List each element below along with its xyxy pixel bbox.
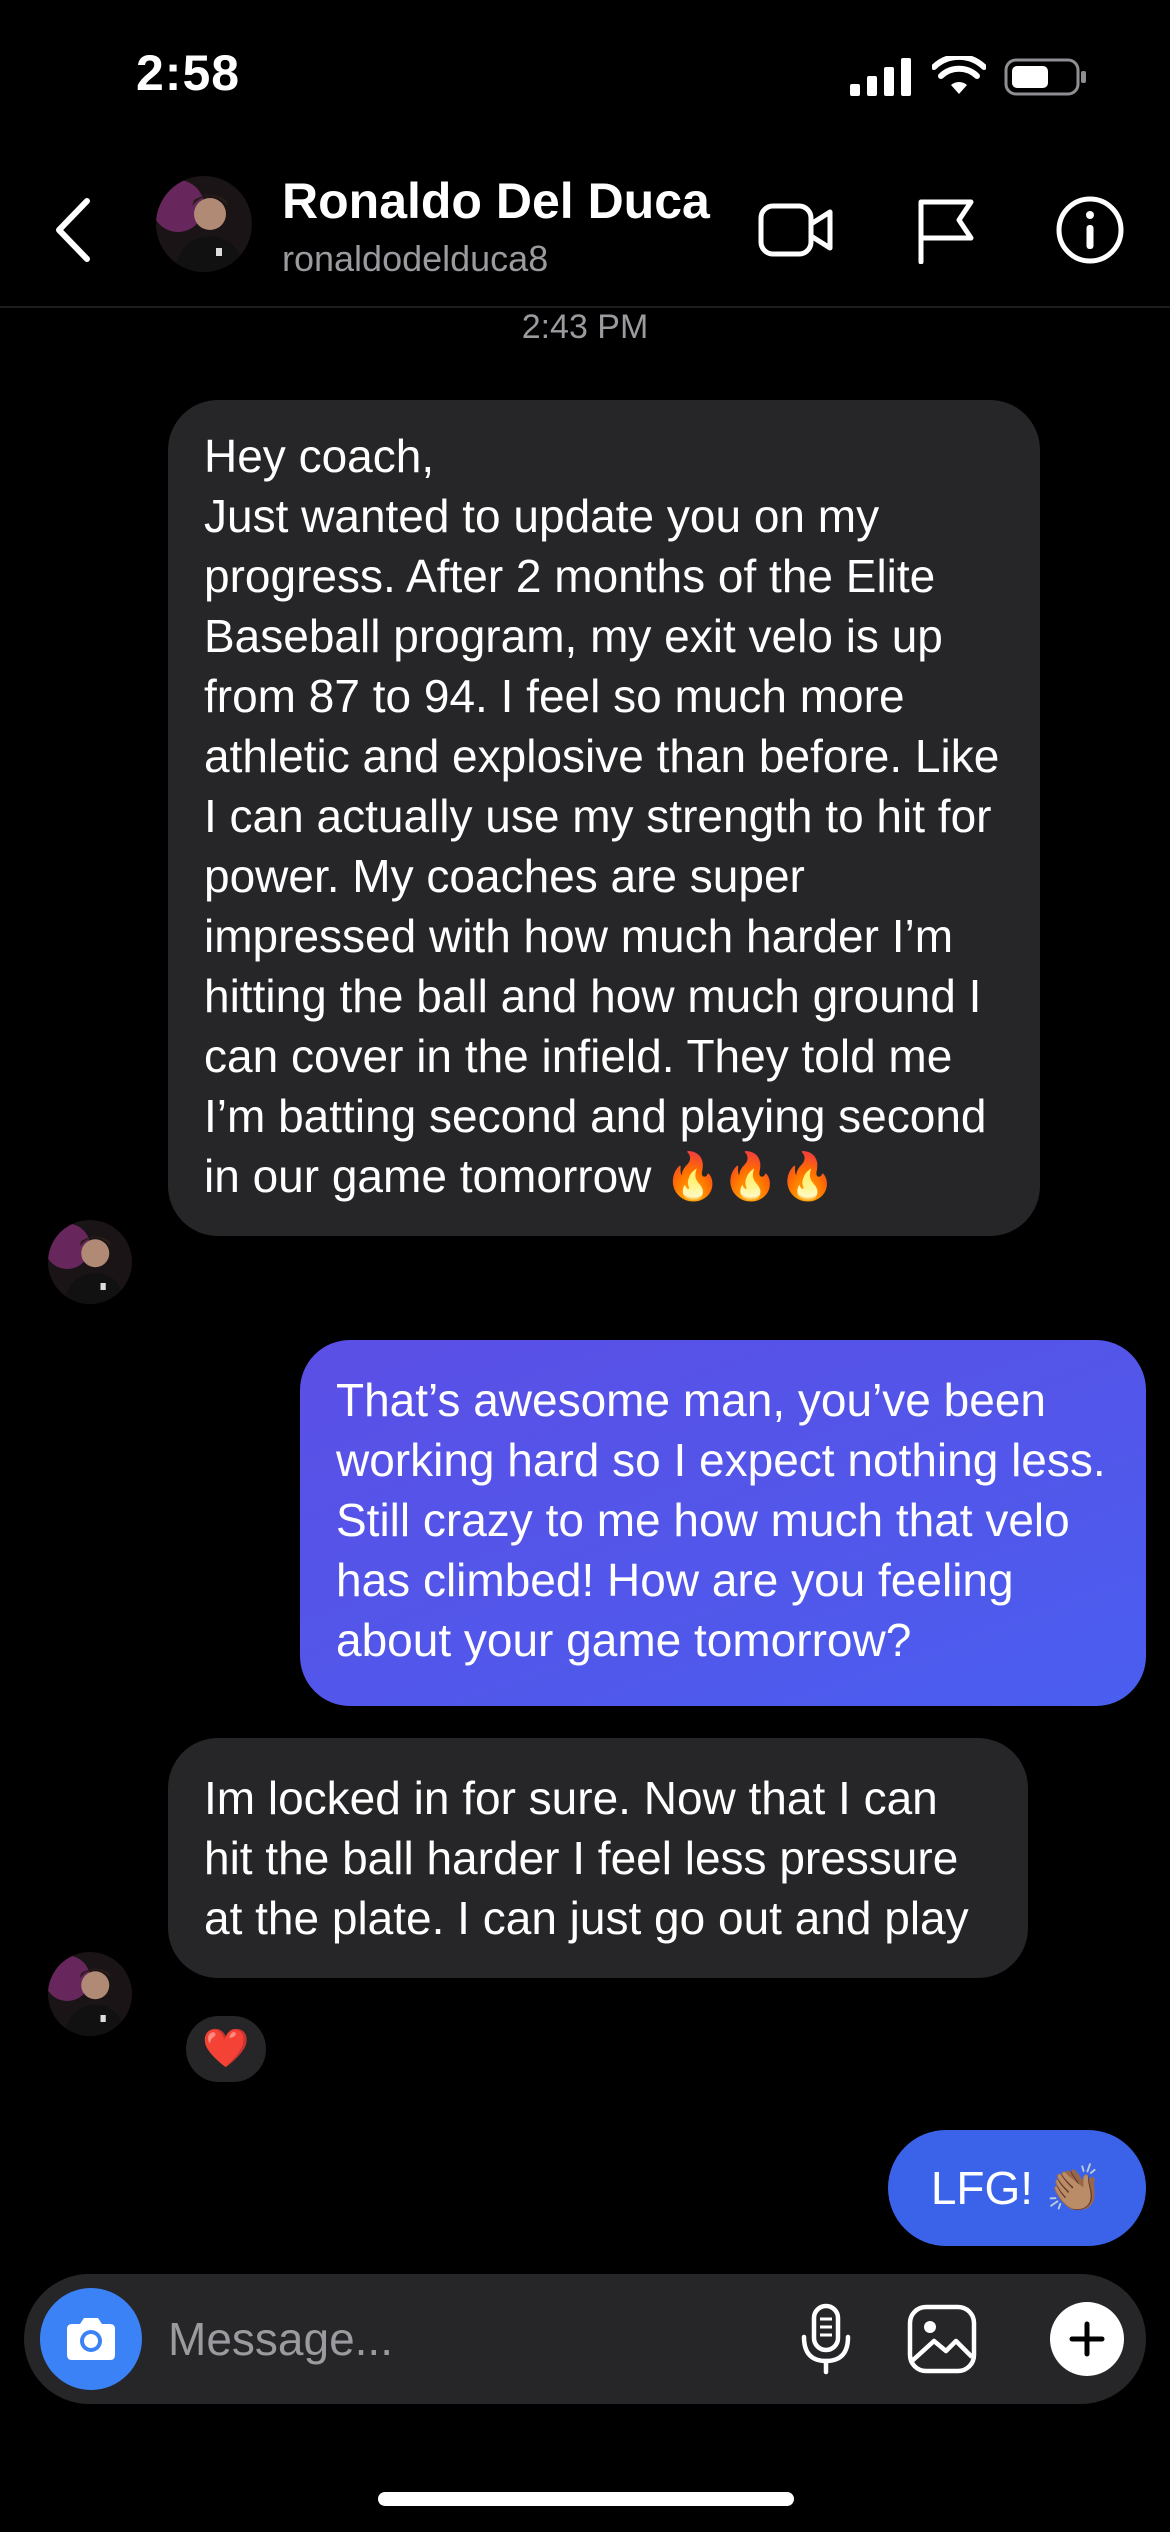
gallery-icon	[907, 2304, 977, 2374]
message-input[interactable]	[168, 2304, 768, 2374]
report-button[interactable]	[906, 190, 986, 270]
avatar-image	[156, 176, 252, 272]
video-call-icon	[758, 203, 833, 257]
heart-icon: ❤️	[202, 2028, 250, 2070]
flag-icon	[918, 199, 974, 264]
status-bar: 2:58	[0, 0, 1170, 150]
message-text: Just wanted to update you on my progress…	[204, 490, 1000, 1202]
camera-button[interactable]	[40, 2288, 142, 2390]
wifi-icon	[932, 56, 986, 94]
video-call-button[interactable]	[756, 190, 836, 270]
contact-username[interactable]: ronaldodelduca8	[282, 238, 548, 280]
signal-icon	[850, 58, 911, 96]
message-composer	[24, 2274, 1146, 2404]
info-button[interactable]	[1050, 190, 1130, 270]
status-icons	[850, 56, 1088, 96]
camera-icon	[67, 2318, 115, 2360]
avatar[interactable]	[48, 1220, 132, 1304]
message-text: Im locked in for sure. Now that I can hi…	[204, 1772, 969, 1944]
message-text: LFG! 👏🏽	[930, 2162, 1104, 2214]
chat-header: Ronaldo Del Duca ronaldodelduca8	[0, 150, 1170, 308]
microphone-icon	[801, 2303, 851, 2375]
avatar-image	[48, 1220, 132, 1304]
status-time: 2:58	[136, 45, 241, 101]
info-icon	[1056, 196, 1124, 264]
gallery-button[interactable]	[902, 2299, 982, 2379]
incoming-message-bubble[interactable]: Im locked in for sure. Now that I can hi…	[168, 1738, 1028, 1978]
heart-reaction[interactable]: ❤️	[180, 2010, 272, 2088]
avatar[interactable]	[48, 1952, 132, 2036]
outgoing-message-bubble[interactable]: That’s awesome man, you’ve been working …	[300, 1340, 1146, 1706]
message-text: Hey coach,	[204, 430, 435, 482]
avatar-image	[48, 1952, 132, 2036]
back-button[interactable]	[48, 190, 98, 270]
outgoing-message-bubble[interactable]: LFG! 👏🏽	[888, 2130, 1146, 2246]
voice-message-button[interactable]	[786, 2299, 866, 2379]
home-indicator[interactable]	[378, 2492, 794, 2506]
back-chevron-icon	[56, 198, 90, 262]
incoming-message-bubble[interactable]: Hey coach, Just wanted to update you on …	[168, 400, 1040, 1236]
message-text: That’s awesome man, you’ve been working …	[336, 1374, 1106, 1666]
avatar[interactable]	[156, 176, 252, 272]
more-options-button[interactable]	[1050, 2302, 1124, 2376]
plus-icon	[1069, 2321, 1105, 2357]
battery-icon	[1004, 58, 1086, 96]
contact-name[interactable]: Ronaldo Del Duca	[282, 172, 710, 230]
thread-timestamp: 2:43 PM	[521, 308, 649, 346]
